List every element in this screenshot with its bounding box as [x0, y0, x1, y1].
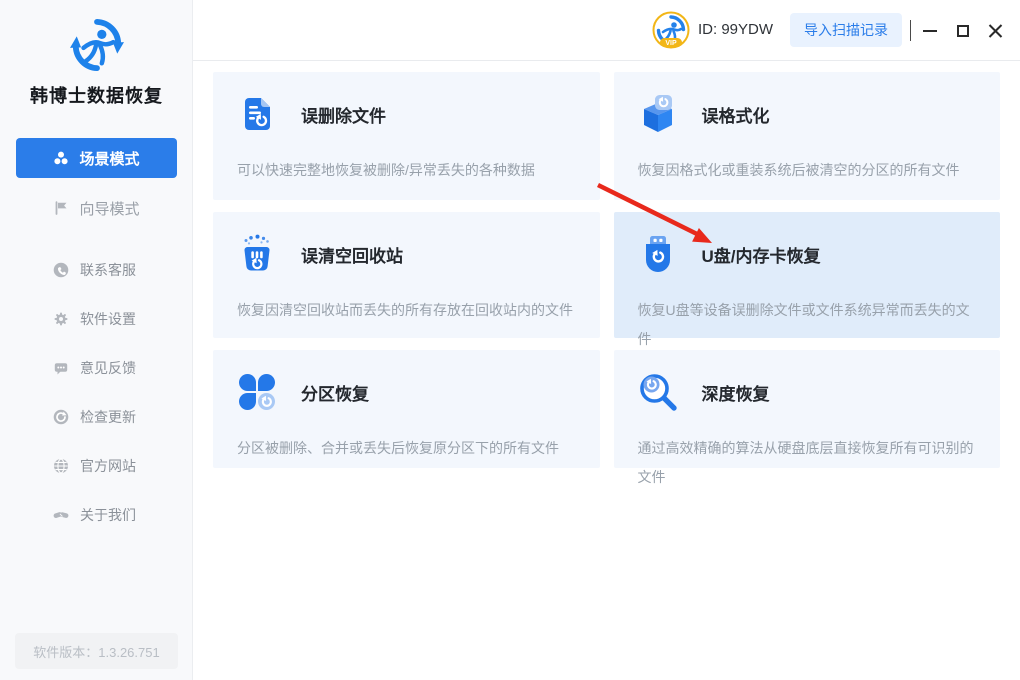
handshake-icon — [53, 512, 69, 519]
usb-icon — [645, 236, 670, 272]
card-partition-recovery[interactable]: 分区恢复 分区被删除、合并或丢失后恢复原分区下的所有文件 — [213, 350, 600, 468]
card-description: 恢复U盘等设备误删除文件或文件系统异常而丢失的文件 — [637, 302, 970, 347]
sidebar-item-label: 检查更新 — [80, 409, 136, 425]
sidebar-item-label: 联系客服 — [80, 262, 136, 278]
recycle-bin-icon — [244, 234, 270, 271]
sidebar-item-wizard-mode[interactable]: 向导模式 — [16, 188, 177, 228]
partition-icon — [239, 374, 275, 410]
sidebar-item-contact-support[interactable]: 联系客服 — [0, 260, 193, 280]
sidebar-item-label: 场景模式 — [79, 150, 140, 168]
sidebar-item-scene-mode[interactable]: 场景模式 — [16, 138, 177, 178]
card-recycle-bin[interactable]: 误清空回收站 恢复因清空回收站而丢失的所有存放在回收站内的文件 — [213, 212, 600, 338]
titlebar: VIP ID: 99YDW 导入扫描记录 — [193, 0, 1020, 61]
sidebar-item-about-us[interactable]: 关于我们 — [0, 505, 193, 525]
scenes-icon — [54, 151, 69, 165]
card-deep-recovery[interactable]: 深度恢复 通过高效精确的算法从硬盘底层直接恢复所有可识别的文件 — [613, 350, 1000, 485]
feedback-icon — [54, 363, 68, 375]
card-description: 恢复因清空回收站而丢失的所有存放在回收站内的文件 — [237, 302, 573, 318]
deleted-file-icon — [245, 98, 270, 130]
maximize-icon — [957, 25, 969, 37]
titlebar-divider — [910, 20, 911, 41]
card-description: 恢复因格式化或重装系统后被清空的分区的所有文件 — [637, 162, 960, 178]
card-deleted-files[interactable]: 误删除文件 可以快速完整地恢复被删除/异常丢失的各种数据 — [213, 72, 600, 200]
sidebar-item-label: 关于我们 — [80, 507, 136, 523]
sidebar: 韩博士数据恢复 场景模式 向导模式 联系客服 软件设置 意见反馈 检查更新 官方… — [0, 0, 193, 680]
version-label: 软件版本：1.3.26.751 — [15, 633, 178, 669]
card-title: 分区恢复 — [301, 384, 369, 404]
update-icon — [53, 409, 69, 425]
card-title: U盘/内存卡恢复 — [701, 246, 821, 266]
card-title: 深度恢复 — [701, 384, 770, 404]
sidebar-item-label: 向导模式 — [79, 200, 140, 218]
gear-icon — [54, 312, 68, 326]
sidebar-item-label: 软件设置 — [80, 311, 136, 327]
card-title: 误删除文件 — [301, 106, 386, 126]
close-icon — [988, 24, 1003, 39]
sidebar-menu: 联系客服 软件设置 意见反馈 检查更新 官方网站 关于我们 — [0, 260, 193, 554]
card-description: 可以快速完整地恢复被删除/异常丢失的各种数据 — [237, 162, 535, 178]
card-description: 通过高效精确的算法从硬盘底层直接恢复所有可识别的文件 — [637, 440, 974, 485]
maximize-button[interactable] — [950, 18, 976, 44]
scenario-cards: 误删除文件 可以快速完整地恢复被删除/异常丢失的各种数据 误格式化 恢复因格式化… — [213, 72, 1000, 485]
card-description: 分区被删除、合并或丢失后恢复原分区下的所有文件 — [237, 440, 559, 456]
app-logo — [0, 16, 193, 79]
app-title: 韩博士数据恢复 — [30, 86, 163, 106]
vip-badge: VIP — [665, 40, 677, 47]
deep-scan-icon — [639, 374, 677, 411]
close-button[interactable] — [982, 18, 1008, 44]
card-usb-recovery[interactable]: U盘/内存卡恢复 恢复U盘等设备误删除文件或文件系统异常而丢失的文件 — [613, 212, 1000, 347]
sidebar-item-feedback[interactable]: 意见反馈 — [0, 358, 193, 378]
card-formatted[interactable]: 误格式化 恢复因格式化或重装系统后被清空的分区的所有文件 — [613, 72, 1000, 200]
flag-icon — [56, 201, 67, 215]
user-id-label: ID: 99YDW — [698, 21, 774, 38]
formatted-icon — [643, 95, 672, 132]
sidebar-item-label: 官方网站 — [80, 458, 136, 474]
hanboshi-logo-icon — [69, 18, 124, 72]
import-scan-records-button[interactable]: 导入扫描记录 — [790, 13, 902, 47]
card-title: 误清空回收站 — [301, 246, 403, 266]
minimize-button[interactable] — [917, 18, 943, 44]
sidebar-item-settings[interactable]: 软件设置 — [0, 309, 193, 329]
sidebar-item-label: 意见反馈 — [80, 360, 136, 376]
globe-icon — [54, 458, 68, 474]
sidebar-item-check-update[interactable]: 检查更新 — [0, 407, 193, 427]
user-avatar[interactable]: VIP — [652, 11, 690, 49]
card-title: 误格式化 — [701, 106, 770, 126]
phone-icon — [53, 262, 69, 278]
sidebar-item-official-website[interactable]: 官方网站 — [0, 456, 193, 476]
minimize-icon — [923, 30, 937, 32]
